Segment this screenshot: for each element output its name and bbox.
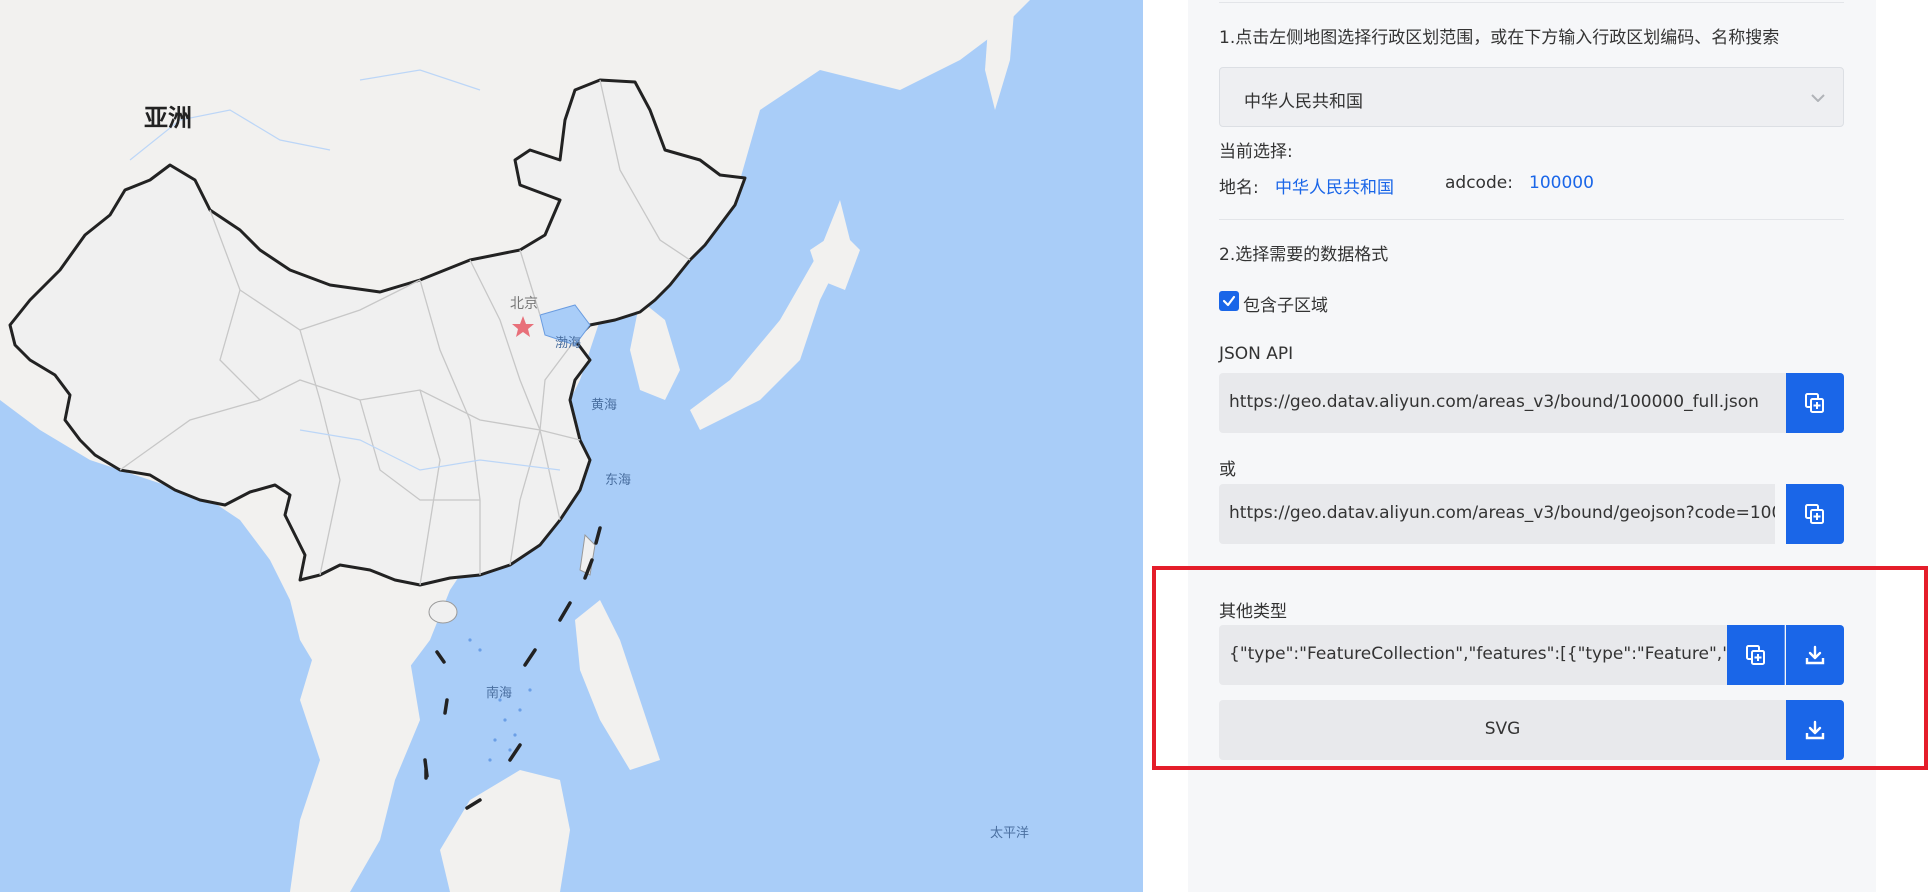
map-view[interactable]: 亚洲 北京 渤海 黄海 东海 南海 太平洋 [0,0,1143,892]
section-divider [1219,219,1844,220]
download-svg-button[interactable] [1786,700,1844,760]
copy-icon [1805,393,1824,413]
sea-label-bohai: 渤海 [555,336,582,351]
download-icon [1805,645,1825,665]
continent-label: 亚洲 [144,104,192,132]
other-types-value[interactable]: {"type":"FeatureCollection","features":[… [1229,644,1727,664]
copy-geojson-button[interactable] [1786,484,1844,544]
step1-title: 1.点击左侧地图选择行政区划范围，或在下方输入行政区划编码、名称搜索 [1219,28,1780,48]
include-children-checkbox[interactable] [1219,291,1239,311]
include-children-label[interactable]: 包含子区域 [1243,291,1328,316]
name-value[interactable]: 中华人民共和国 [1275,173,1394,198]
check-icon [1222,295,1236,307]
chevron-down-icon [1811,94,1825,102]
geojson-url[interactable]: https://geo.datav.aliyun.com/areas_v3/bo… [1229,503,1775,523]
map-canvas[interactable] [0,0,1143,892]
adcode-value[interactable]: 100000 [1529,173,1594,193]
other-types-label: 其他类型 [1219,602,1287,622]
json-api-url[interactable]: https://geo.datav.aliyun.com/areas_v3/bo… [1229,392,1759,412]
current-selection-label: 当前选择: [1219,142,1293,162]
copy-icon [1805,504,1824,524]
sea-label-yellow: 黄海 [591,398,618,413]
json-api-url-field[interactable]: https://geo.datav.aliyun.com/areas_v3/bo… [1219,373,1786,433]
sea-label-south: 南海 [486,686,513,701]
region-select-value: 中华人民共和国 [1244,92,1363,112]
geojson-url-field[interactable]: https://geo.datav.aliyun.com/areas_v3/bo… [1219,484,1775,544]
sea-label-east: 东海 [605,473,632,488]
copy-icon [1746,645,1765,665]
region-select[interactable]: 中华人民共和国 [1219,67,1844,127]
copy-json-api-button[interactable] [1786,373,1844,433]
download-other-types-button[interactable] [1786,625,1844,685]
hainan-island [428,600,458,624]
svg-format-field: SVG [1219,700,1786,760]
download-icon [1805,720,1825,740]
or-label: 或 [1219,460,1236,480]
city-label-beijing: 北京 [510,296,538,312]
top-divider [1219,2,1844,3]
name-label: 地名: [1219,178,1259,198]
json-api-label: JSON API [1219,344,1294,364]
step2-title: 2.选择需要的数据格式 [1219,245,1389,265]
ocean-label-pacific: 太平洋 [990,826,1030,841]
adcode-label: adcode: [1445,173,1513,193]
svg-label: SVG [1484,719,1521,739]
other-types-field[interactable]: {"type":"FeatureCollection","features":[… [1219,625,1727,685]
copy-other-types-button[interactable] [1727,625,1785,685]
